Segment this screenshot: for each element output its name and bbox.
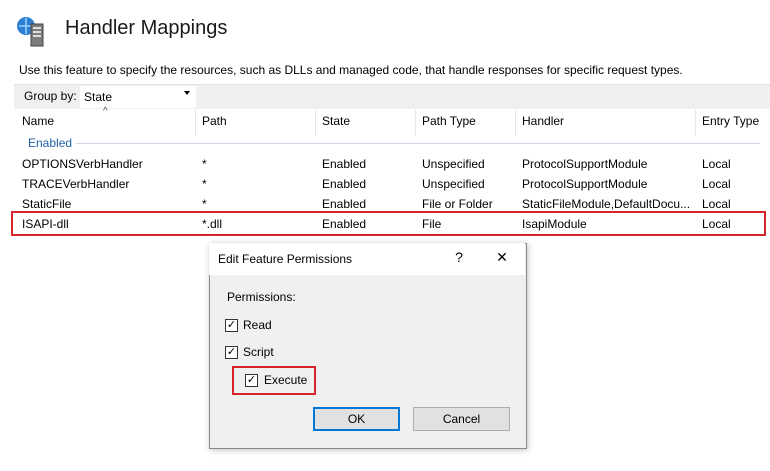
dialog-title: Edit Feature Permissions (218, 252, 353, 266)
table-row-entry-type: Local (702, 177, 731, 191)
column-header-state[interactable]: State (322, 114, 350, 134)
close-icon[interactable]: ✕ (494, 249, 510, 265)
table-row-handler: ProtocolSupportModule (522, 177, 648, 191)
chevron-down-icon[interactable] (184, 91, 190, 95)
ok-button[interactable]: OK (313, 407, 400, 431)
table-row-state: Enabled (322, 177, 367, 191)
column-header-path-type[interactable]: Path Type (422, 114, 476, 134)
table-row-state: Enabled (322, 197, 367, 211)
column-separator[interactable] (695, 110, 696, 136)
table-row-entry-type: Local (702, 197, 731, 211)
column-header-name[interactable]: Name (22, 114, 54, 134)
table-row-path-type: File or Folder (422, 197, 493, 211)
column-header-path[interactable]: Path (202, 114, 227, 134)
cancel-button[interactable]: Cancel (413, 407, 510, 431)
table-row-state: Enabled (322, 157, 367, 171)
table-row-entry-type: Local (702, 157, 731, 171)
table-row-name[interactable]: TRACEVerbHandler (22, 177, 129, 191)
execute-highlight-box (232, 366, 316, 395)
feature-description: Use this feature to specify the resource… (19, 63, 683, 77)
group-header-enabled[interactable]: Enabled (28, 136, 72, 150)
help-button[interactable]: ? (452, 249, 466, 265)
server-icon (17, 17, 44, 47)
table-row-path-type: Unspecified (422, 157, 485, 171)
column-header-entry-type[interactable]: Entry Type (702, 114, 759, 134)
table-row-path: * (202, 177, 207, 191)
table-row-handler: StaticFileModule,DefaultDocu... (522, 197, 691, 211)
column-separator[interactable] (515, 110, 516, 136)
table-row-name[interactable]: StaticFile (22, 197, 71, 211)
table-row-name[interactable]: OPTIONSVerbHandler (22, 157, 143, 171)
table-row-path: * (202, 197, 207, 211)
script-checkbox-label[interactable]: Script (243, 345, 274, 359)
group-divider (76, 143, 760, 144)
sort-ascending-icon: ^ (103, 106, 108, 117)
column-separator[interactable] (415, 110, 416, 136)
selected-row-highlight[interactable] (11, 211, 766, 236)
group-by-value: State (84, 90, 113, 104)
table-row-handler: ProtocolSupportModule (522, 157, 648, 171)
read-checkbox-label[interactable]: Read (243, 318, 272, 332)
table-row-path-type: Unspecified (422, 177, 485, 191)
read-checkbox[interactable]: ✓ (225, 319, 238, 332)
column-separator[interactable] (315, 110, 316, 136)
checkmark-icon: ✓ (226, 346, 237, 358)
group-by-label: Group by: (24, 89, 77, 103)
page-title: Handler Mappings (65, 17, 228, 39)
permissions-label: Permissions: (227, 290, 296, 304)
checkmark-icon: ✓ (226, 319, 237, 331)
column-separator[interactable] (195, 110, 196, 136)
table-row-path: * (202, 157, 207, 171)
script-checkbox[interactable]: ✓ (225, 346, 238, 359)
column-header-handler[interactable]: Handler (522, 114, 564, 134)
